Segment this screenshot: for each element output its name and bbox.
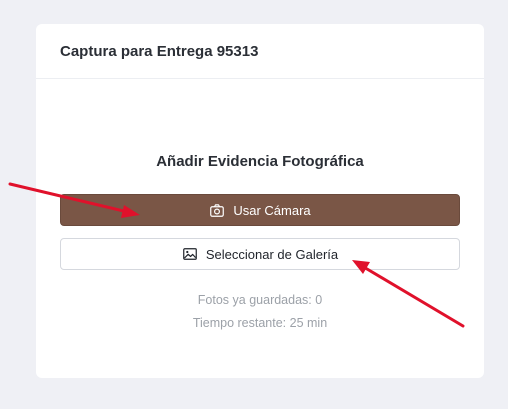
saved-photos-text: Fotos ya guardadas: 0 [197, 293, 323, 307]
select-gallery-label: Seleccionar de Galería [205, 246, 339, 262]
section-heading: Añadir Evidencia Fotográfica [156, 153, 364, 170]
card-title: Captura para Entrega 95313 [60, 42, 259, 60]
time-remaining-text: Tiempo restante: 25 min [192, 316, 328, 330]
camera-icon [209, 202, 225, 218]
card-header: Captura para Entrega 95313 [36, 24, 484, 79]
use-camera-button[interactable]: Usar Cámara [60, 194, 460, 226]
capture-card: Captura para Entrega 95313 Añadir Eviden… [36, 24, 484, 378]
select-gallery-button[interactable]: Seleccionar de Galería [60, 238, 460, 270]
image-icon [182, 246, 198, 262]
use-camera-label: Usar Cámara [233, 202, 311, 218]
